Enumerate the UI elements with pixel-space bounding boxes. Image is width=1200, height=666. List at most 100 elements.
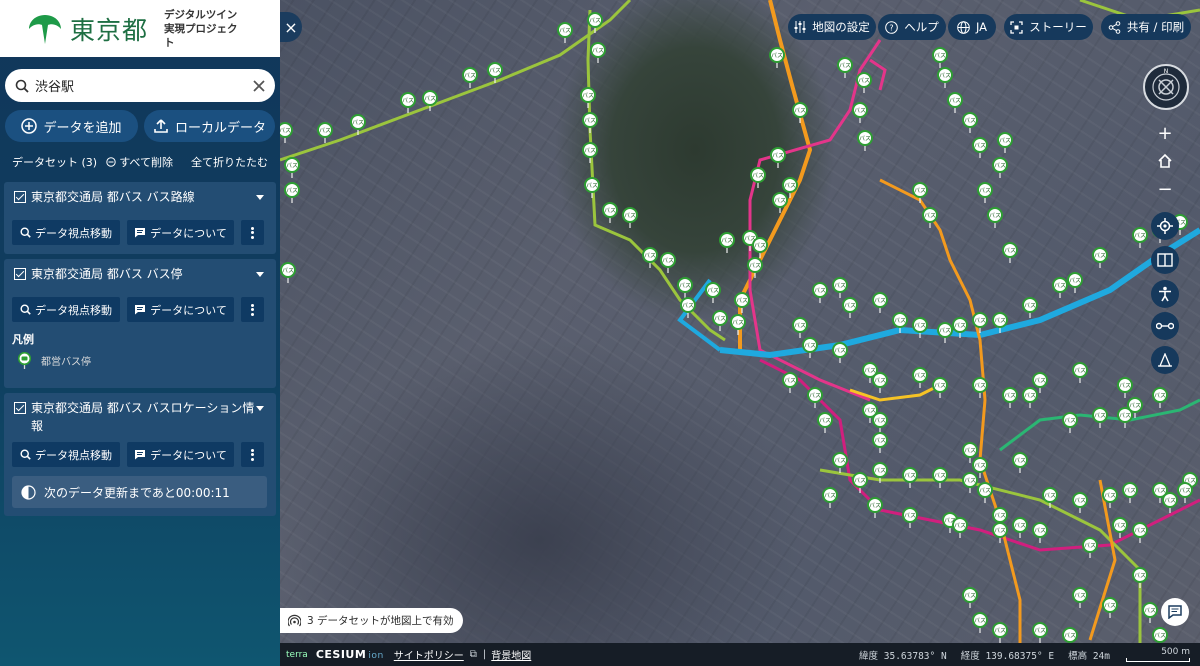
bus-stop-marker[interactable]: バス <box>972 312 988 333</box>
bus-stop-marker[interactable]: バス <box>902 507 918 528</box>
bus-stop-marker[interactable]: バス <box>1117 407 1133 428</box>
bus-stop-marker[interactable]: バス <box>1117 377 1133 398</box>
bus-stop-marker[interactable]: バス <box>792 102 808 123</box>
bus-stop-marker[interactable]: バス <box>842 297 858 318</box>
bus-stop-marker[interactable]: バス <box>590 42 606 63</box>
bus-stop-marker[interactable]: バス <box>977 482 993 503</box>
bus-stop-marker[interactable]: バス <box>582 142 598 163</box>
bus-stop-marker[interactable]: バス <box>602 202 618 223</box>
bus-stop-marker[interactable]: バス <box>1122 482 1138 503</box>
zoom-in-button[interactable]: + <box>1151 119 1179 147</box>
bus-stop-marker[interactable]: バス <box>1177 482 1193 503</box>
bus-stop-marker[interactable]: バス <box>857 130 873 151</box>
collapse-all-button[interactable]: 全て折りたたむ <box>191 154 268 170</box>
more-options-icon[interactable] <box>241 442 264 467</box>
share-print-button[interactable]: 共有 / 印刷 <box>1101 14 1191 40</box>
bus-stop-marker[interactable]: バス <box>997 132 1013 153</box>
bus-stop-marker[interactable]: バス <box>992 157 1008 178</box>
bus-stop-marker[interactable]: バス <box>902 467 918 488</box>
bus-stop-marker[interactable]: バス <box>872 372 888 393</box>
bus-stop-marker[interactable]: バス <box>852 472 868 493</box>
bus-stop-marker[interactable]: バス <box>1152 387 1168 408</box>
more-options-icon[interactable] <box>241 297 264 322</box>
dataset-card-header[interactable]: 東京都交通局 都バス バス路線 <box>4 182 276 206</box>
bus-stop-marker[interactable]: バス <box>867 497 883 518</box>
bus-stop-marker[interactable]: バス <box>912 182 928 203</box>
background-map-link[interactable]: 背景地図 <box>491 647 531 662</box>
bus-stop-marker[interactable]: バス <box>584 177 600 198</box>
bus-stop-marker[interactable]: バス <box>1072 492 1088 513</box>
data-view-move-button[interactable]: データ視点移動 <box>12 297 120 322</box>
bus-stop-marker[interactable]: バス <box>1072 362 1088 383</box>
bus-stop-marker[interactable]: バス <box>807 387 823 408</box>
split-view-icon[interactable] <box>1151 246 1179 274</box>
collapse-caret-icon[interactable] <box>256 406 264 411</box>
more-options-icon[interactable] <box>241 220 264 245</box>
dataset-checkbox[interactable] <box>14 191 26 203</box>
bus-stop-marker[interactable]: バス <box>462 67 478 88</box>
delete-all-button[interactable]: すべて削除 <box>106 154 173 170</box>
bus-stop-marker[interactable]: バス <box>769 47 785 68</box>
bus-stop-marker[interactable]: バス <box>580 87 596 108</box>
bus-stop-marker[interactable]: バス <box>705 282 721 303</box>
local-data-button[interactable]: ローカルデータ <box>144 110 275 142</box>
bus-stop-marker[interactable]: バス <box>734 292 750 313</box>
bus-stop-marker[interactable]: バス <box>822 487 838 508</box>
bus-stop-marker[interactable]: バス <box>1092 407 1108 428</box>
language-button[interactable]: JA <box>948 14 996 40</box>
bus-stop-marker[interactable]: バス <box>856 72 872 93</box>
bus-stop-marker[interactable]: バス <box>622 207 638 228</box>
bus-stop-marker[interactable]: バス <box>1152 627 1168 643</box>
map-settings-button[interactable]: 地図の設定 <box>788 14 876 40</box>
bus-stop-marker[interactable]: バス <box>832 452 848 473</box>
bus-stop-marker[interactable]: バス <box>947 92 963 113</box>
bus-stop-marker[interactable]: バス <box>280 122 293 143</box>
bus-stop-marker[interactable]: バス <box>832 277 848 298</box>
bus-stop-marker[interactable]: バス <box>1112 517 1128 538</box>
dataset-checkbox[interactable] <box>14 268 26 280</box>
clear-search-icon[interactable] <box>253 79 265 92</box>
collapse-caret-icon[interactable] <box>256 195 264 200</box>
bus-stop-marker[interactable]: バス <box>852 102 868 123</box>
bus-stop-marker[interactable]: バス <box>557 22 573 43</box>
bus-stop-marker[interactable]: バス <box>677 277 693 298</box>
bus-stop-marker[interactable]: バス <box>912 367 928 388</box>
bus-stop-marker[interactable]: バス <box>400 92 416 113</box>
zoom-out-button[interactable]: − <box>1151 175 1179 203</box>
bus-stop-marker[interactable]: バス <box>1022 297 1038 318</box>
bus-stop-marker[interactable]: バス <box>837 57 853 78</box>
bus-stop-marker[interactable]: バス <box>1062 627 1078 643</box>
bus-stop-marker[interactable]: バス <box>972 137 988 158</box>
bus-stop-marker[interactable]: バス <box>962 587 978 608</box>
add-data-button[interactable]: データを追加 <box>5 110 138 142</box>
bus-stop-marker[interactable]: バス <box>872 292 888 313</box>
site-policy-link[interactable]: サイトポリシー <box>394 647 464 662</box>
bus-stop-marker[interactable]: バス <box>872 412 888 433</box>
measure-tool-icon[interactable] <box>1151 312 1179 340</box>
collapse-caret-icon[interactable] <box>256 272 264 277</box>
bus-stop-marker[interactable]: バス <box>987 207 1003 228</box>
about-data-button[interactable]: データについて <box>127 297 234 322</box>
bus-stop-marker[interactable]: バス <box>817 412 833 433</box>
about-data-button[interactable]: データについて <box>127 220 234 245</box>
bus-stop-marker[interactable]: バス <box>792 317 808 338</box>
bus-stop-marker[interactable]: バス <box>937 67 953 88</box>
compass-control[interactable]: N <box>1143 64 1189 110</box>
help-button[interactable]: ? ヘルプ <box>878 14 946 40</box>
bus-stop-marker[interactable]: バス <box>812 282 828 303</box>
street-view-icon[interactable] <box>1151 346 1179 374</box>
feedback-button[interactable] <box>1161 598 1189 626</box>
bus-stop-marker[interactable]: バス <box>1042 487 1058 508</box>
bus-stop-marker[interactable]: バス <box>1032 522 1048 543</box>
bus-stop-marker[interactable]: バス <box>1132 227 1148 248</box>
bus-stop-marker[interactable]: バス <box>582 112 598 133</box>
bus-stop-marker[interactable]: バス <box>1142 602 1158 623</box>
bus-stop-marker[interactable]: バス <box>1067 272 1083 293</box>
about-data-button[interactable]: データについて <box>127 442 234 467</box>
bus-stop-marker[interactable]: バス <box>952 517 968 538</box>
bus-stop-marker[interactable]: バス <box>284 157 300 178</box>
bus-stop-marker[interactable]: バス <box>932 377 948 398</box>
bus-stop-marker[interactable]: バス <box>802 337 818 358</box>
bus-stop-marker[interactable]: バス <box>730 314 746 335</box>
map-view[interactable]: バス バス バス バス バス バス バス バス バス バス バス バス バス バス バス バス バス バス バス バス… <box>280 0 1200 666</box>
